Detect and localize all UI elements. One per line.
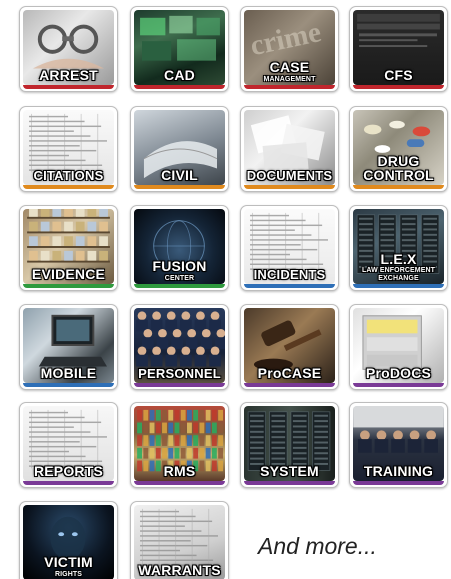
svg-text:crime: crime — [247, 16, 323, 62]
module-tile-label: CFS — [353, 68, 444, 83]
module-tile-evidence[interactable]: EVIDENCE — [19, 205, 118, 291]
module-tile-label: CAD — [134, 68, 225, 83]
module-tile-label: DRUG CONTROL — [353, 153, 444, 184]
module-tile-prodocs[interactable]: ProDOCS — [349, 304, 448, 390]
module-tile-label: CITATIONS — [23, 169, 114, 183]
module-tile-documents[interactable]: DOCUMENTS — [240, 106, 339, 192]
module-tile-label: ARREST — [23, 68, 114, 83]
module-tile-label: FUSION CENTER — [134, 259, 225, 282]
module-tile-fusion-center[interactable]: FUSION CENTER — [130, 205, 229, 291]
module-tile-reports[interactable]: REPORTS — [19, 402, 118, 488]
module-tile-procase[interactable]: ProCASE — [240, 304, 339, 390]
module-tile-title: CASE — [269, 58, 310, 75]
module-tile-subtitle: MANAGEMENT — [263, 75, 316, 83]
module-tile-accent-stripe — [353, 185, 444, 189]
module-tile-accent-stripe — [23, 85, 114, 89]
module-tile-accent-stripe — [134, 185, 225, 189]
module-grid: ARREST CAD crime CASE MANAGEMENT CFS CITATIONS… — [0, 0, 451, 579]
module-tile-accent-stripe — [244, 284, 335, 288]
module-tile-title: DOCUMENTS — [246, 168, 333, 184]
module-tile-title: MOBILE — [40, 365, 97, 382]
module-tile-label: CASE MANAGEMENT — [244, 60, 335, 83]
module-tile-rms[interactable]: RMS — [130, 402, 229, 488]
module-tile-title: VICTIM — [44, 553, 93, 570]
module-tile-title: ProDOCS — [365, 365, 432, 382]
module-tile-accent-stripe — [244, 481, 335, 485]
module-tile-victim-rights[interactable]: VICTIM RIGHTS — [19, 501, 118, 579]
module-tile-title: WARRANTS — [138, 562, 221, 579]
module-tile-subtitle: LAW ENFORCEMENT EXCHANGE — [361, 267, 436, 282]
module-tile-label: INCIDENTS — [244, 268, 335, 282]
module-tile-label: PERSONNEL — [134, 367, 225, 381]
module-tile-title: PERSONNEL — [138, 366, 221, 382]
module-tile-label: VICTIM RIGHTS — [23, 555, 114, 578]
module-tile-label: TRAINING — [353, 464, 444, 479]
module-tile-title-line2: CONTROL — [363, 167, 434, 184]
module-tile-training[interactable]: TRAINING — [349, 402, 448, 488]
module-tile-title: CAD — [164, 67, 195, 84]
module-tile-accent-stripe — [134, 85, 225, 89]
module-tile-incidents[interactable]: INCIDENTS — [240, 205, 339, 291]
module-tile-label: REPORTS — [23, 464, 114, 479]
module-tile-label: ProCASE — [244, 366, 335, 381]
module-tile-accent-stripe — [353, 383, 444, 387]
module-tile-title: INCIDENTS — [253, 267, 326, 283]
module-tile-accent-stripe — [353, 481, 444, 485]
module-tile-accent-stripe — [23, 185, 114, 189]
module-tile-accent-stripe — [244, 85, 335, 89]
module-tile-accent-stripe — [134, 383, 225, 387]
module-tile-title: CITATIONS — [33, 168, 104, 184]
module-tile-label: ProDOCS — [353, 366, 444, 381]
module-tile-label: L.E.X LAW ENFORCEMENT EXCHANGE — [353, 250, 444, 282]
module-tile-title: EVIDENCE — [31, 266, 106, 283]
module-tile-warrants[interactable]: WARRANTS — [130, 501, 229, 579]
module-tile-title: CIVIL — [161, 167, 198, 184]
module-tile-civil[interactable]: CIVIL — [130, 106, 229, 192]
module-tile-label: MOBILE — [23, 366, 114, 381]
module-tile-cad[interactable]: CAD — [130, 6, 229, 92]
module-tile-label: DOCUMENTS — [244, 169, 335, 183]
module-tile-accent-stripe — [353, 85, 444, 89]
module-tile-accent-stripe — [353, 284, 444, 288]
module-tile-drug-control[interactable]: DRUG CONTROL — [349, 106, 448, 192]
module-tile-title: RMS — [163, 463, 196, 480]
module-tile-label: EVIDENCE — [23, 267, 114, 282]
module-tile-subtitle: CENTER — [164, 274, 195, 282]
module-tile-accent-stripe — [23, 284, 114, 288]
module-tile-personnel[interactable]: PERSONNEL — [130, 304, 229, 390]
module-tile-system[interactable]: SYSTEM — [240, 402, 339, 488]
module-tile-title: SYSTEM — [260, 463, 319, 480]
module-tile-label: CIVIL — [134, 168, 225, 183]
module-tile-lex[interactable]: L.E.X LAW ENFORCEMENT EXCHANGE — [349, 205, 448, 291]
and-more-text: And more... — [258, 533, 377, 559]
module-tile-case-management[interactable]: crime CASE MANAGEMENT — [240, 6, 339, 92]
module-tile-citations[interactable]: CITATIONS — [19, 106, 118, 192]
module-tile-label: RMS — [134, 464, 225, 479]
module-tile-accent-stripe — [244, 185, 335, 189]
module-tile-accent-stripe — [134, 284, 225, 288]
module-tile-cfs[interactable]: CFS — [349, 6, 448, 92]
module-tile-title: TRAINING — [363, 463, 434, 480]
module-tile-title: CFS — [384, 67, 413, 84]
module-tile-accent-stripe — [134, 481, 225, 485]
module-tile-accent-stripe — [244, 383, 335, 387]
module-tile-title: FUSION — [152, 257, 207, 274]
module-tile-title: L.E.X — [380, 250, 417, 267]
module-tile-accent-stripe — [23, 481, 114, 485]
module-tile-title: REPORTS — [33, 463, 104, 480]
module-tile-arrest[interactable]: ARREST — [19, 6, 118, 92]
module-tile-label: WARRANTS — [134, 563, 225, 578]
module-tile-label: SYSTEM — [244, 464, 335, 479]
module-tile-subtitle: RIGHTS — [54, 570, 83, 578]
module-tile-title: ARREST — [39, 67, 98, 84]
module-tile-title: ProCASE — [257, 365, 322, 382]
module-tile-accent-stripe — [23, 383, 114, 387]
module-tile-mobile[interactable]: MOBILE — [19, 304, 118, 390]
